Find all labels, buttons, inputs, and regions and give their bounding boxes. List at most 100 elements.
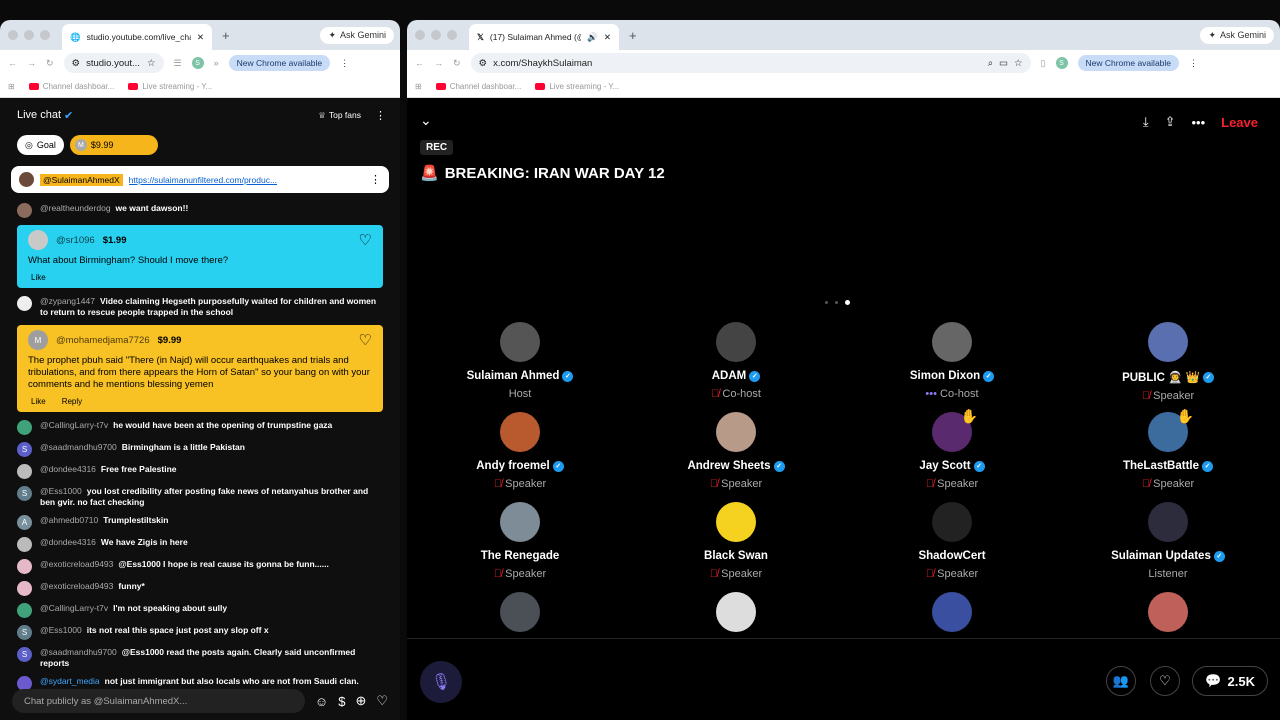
chat-message[interactable]: A @ahmedb0710 Trumplestiltskin [0,515,400,530]
site-info-icon[interactable]: ⚙ [479,58,488,69]
window-controls[interactable] [8,30,50,40]
chat-message[interactable]: @CallingLarry-t7v I'm not speaking about … [0,603,400,618]
address-bar[interactable]: ⚙ studio.yout... ☆ [63,53,164,73]
tab-search-icon[interactable]: ☰ [174,58,182,69]
menu-icon[interactable]: ⋮ [340,58,349,69]
chat-message[interactable]: @realtheunderdog we want dawson!! [0,203,400,218]
chat-message[interactable]: S @saadmandhu9700 @Ess1000 read the posts … [0,647,400,669]
message-author[interactable]: @exoticreload9493 [40,581,113,591]
site-info-icon[interactable]: ⚙ [72,58,81,69]
speaker-tile[interactable]: Black Swan 🎙̸ Speaker [636,502,836,580]
message-author[interactable]: @Ess1000 [40,625,82,635]
speaker-tile[interactable]: Sulaiman Ahmed ✓ Host [420,322,620,400]
star-icon[interactable]: ☆ [147,58,156,69]
speaker-tile[interactable] [420,592,620,640]
sidepanel-icon[interactable]: ▯ [1041,58,1046,69]
ask-gemini-button[interactable]: ✦ Ask Gemini [320,26,394,44]
new-chrome-button[interactable]: New Chrome available [1077,55,1180,71]
profile-avatar[interactable]: S [191,57,204,69]
forward-icon[interactable]: → [434,58,443,68]
heart-icon[interactable]: ♡ [359,231,372,249]
superchat-card[interactable]: M @mohamedjama7726 $9.99 ♡ The prophet pbuh … [17,325,383,412]
chevron-down-icon[interactable]: ⌄ [420,112,432,129]
chevron-right-icon[interactable]: » [214,58,219,68]
bookmark-channel-dashboard[interactable]: Channel dashboar... [28,82,114,91]
message-author[interactable]: @saadmandhu9700 [40,442,117,452]
window-controls[interactable] [415,30,457,40]
gift-icon[interactable]: ⊕ [355,693,366,709]
speaker-tile[interactable]: PUBLIC 👨‍🚀 👑 ✓ 🎙̸ Speaker [1068,322,1268,402]
speaker-tile[interactable]: ShadowCert 🎙̸ Speaker [852,502,1052,580]
apps-icon[interactable]: ⊞ [415,82,422,91]
page-indicator[interactable] [825,300,850,305]
chat-input[interactable]: Chat publicly as @SulaimanAhmedX... [12,689,305,713]
superchat-icon[interactable]: $ [338,694,345,709]
speaker-tile[interactable] [636,592,836,640]
speaker-tile[interactable]: ✋ Jay Scott ✓ 🎙̸ Speaker [852,408,1052,490]
message-author[interactable]: @dondee4316 [40,464,96,474]
bookmark-live-streaming[interactable]: Live streaming - Y... [535,82,619,91]
speaker-icon[interactable]: 🔊 [587,32,598,43]
forward-icon[interactable]: → [27,58,36,68]
message-author[interactable]: @zypang1447 [40,296,95,306]
close-icon[interactable]: ✕ [197,32,204,43]
minimize-icon[interactable]: ⤓ [1143,114,1149,130]
zoom-icon[interactable]: ⌕ [988,58,993,69]
chat-message[interactable]: @dondee4316 We have Zigis in here [0,537,400,552]
message-author[interactable]: @Ess1000 [40,486,82,496]
close-icon[interactable]: ✕ [604,32,611,43]
like-button[interactable]: Like [31,273,46,282]
chat-message[interactable]: @dondee4316 Free free Palestine [0,464,400,479]
reactions-button[interactable]: ♡ [1150,666,1180,696]
reload-icon[interactable]: ↻ [453,58,461,69]
like-button[interactable]: Like [31,397,46,406]
reload-icon[interactable]: ↻ [46,58,54,69]
new-tab-icon[interactable]: + [222,28,230,43]
goal-button[interactable]: ◎ Goal [17,135,64,155]
bookmark-live-streaming[interactable]: Live streaming - Y... [128,82,212,91]
speaker-tile[interactable]: Andrew Sheets ✓ 🎙̸ Speaker [636,412,836,490]
back-icon[interactable]: ← [8,58,17,68]
message-author[interactable]: @dondee4316 [40,537,96,547]
leave-button[interactable]: Leave [1221,115,1258,130]
message-author[interactable]: @CallingLarry-t7v [40,603,108,613]
star-icon[interactable]: ☆ [1014,58,1023,69]
chat-message[interactable]: S @saadmandhu9700 Birmingham is a little P… [0,442,400,457]
apps-icon[interactable]: ⊞ [8,82,15,91]
heart-icon[interactable]: ♡ [376,693,388,709]
chat-message[interactable]: @zypang1447 Video claiming Hegseth purpos… [0,296,400,318]
top-fans-button[interactable]: ♕ Top fans [318,110,361,121]
message-author[interactable]: @ahmedb0710 [40,515,98,525]
microphone-button[interactable]: 🎙 [420,661,462,703]
chat-message[interactable]: @exoticreload9493 @Ess1000 I hope is real… [0,559,400,574]
speaker-tile[interactable]: Sulaiman Updates ✓ Listener [1068,502,1268,580]
back-icon[interactable]: ← [415,58,424,68]
new-tab-icon[interactable]: + [629,28,637,43]
chat-message[interactable]: S @Ess1000 you lost credibility after post… [0,486,400,508]
speaker-tile[interactable]: ✋ TheLastBattle ✓ 🎙̸ Speaker [1068,408,1268,490]
speaker-tile[interactable]: Simon Dixon ✓ ••• Co-host [852,322,1052,400]
reply-button[interactable]: Reply [62,397,82,406]
chat-message[interactable]: @CallingLarry-t7v he would have been at t… [0,420,400,435]
chat-message[interactable]: @exoticreload9493 funny* [0,581,400,596]
pinned-message[interactable]: @SulaimanAhmedX https://sulaimanunfilter… [11,166,389,193]
more-icon[interactable]: ⋮ [370,173,381,186]
donation-ticker[interactable]: M $9.99 [69,135,158,155]
message-author[interactable]: @exoticreload9493 [40,559,113,569]
menu-icon[interactable]: ⋮ [1189,58,1198,69]
speaker-tile[interactable] [1068,592,1268,640]
message-author[interactable]: @realtheunderdog [40,203,111,213]
cast-icon[interactable]: ▭ [999,58,1008,69]
emoji-icon[interactable]: ☺ [315,694,328,709]
chat-message[interactable]: S @Ess1000 its not real this space just po… [0,625,400,640]
people-button[interactable]: 👥 [1106,666,1136,696]
message-author[interactable]: @CallingLarry-t7v [40,420,108,430]
more-icon[interactable]: ⋮ [375,109,386,122]
more-icon[interactable]: ••• [1191,115,1205,130]
superchat-card[interactable]: @sr1096 $1.99 ♡ What about Birmingham? Shou… [17,225,383,288]
browser-tab[interactable]: 𝕏 (17) Sulaiman Ahmed (@S 🔊 ✕ [469,24,619,50]
pinned-link[interactable]: https://sulaimanunfiltered.com/produc... [129,175,277,185]
speaker-tile[interactable] [852,592,1052,640]
browser-tab[interactable]: 🌐 studio.youtube.com/live_chat ✕ [62,24,212,50]
ask-gemini-button[interactable]: ✦ Ask Gemini [1200,26,1274,44]
